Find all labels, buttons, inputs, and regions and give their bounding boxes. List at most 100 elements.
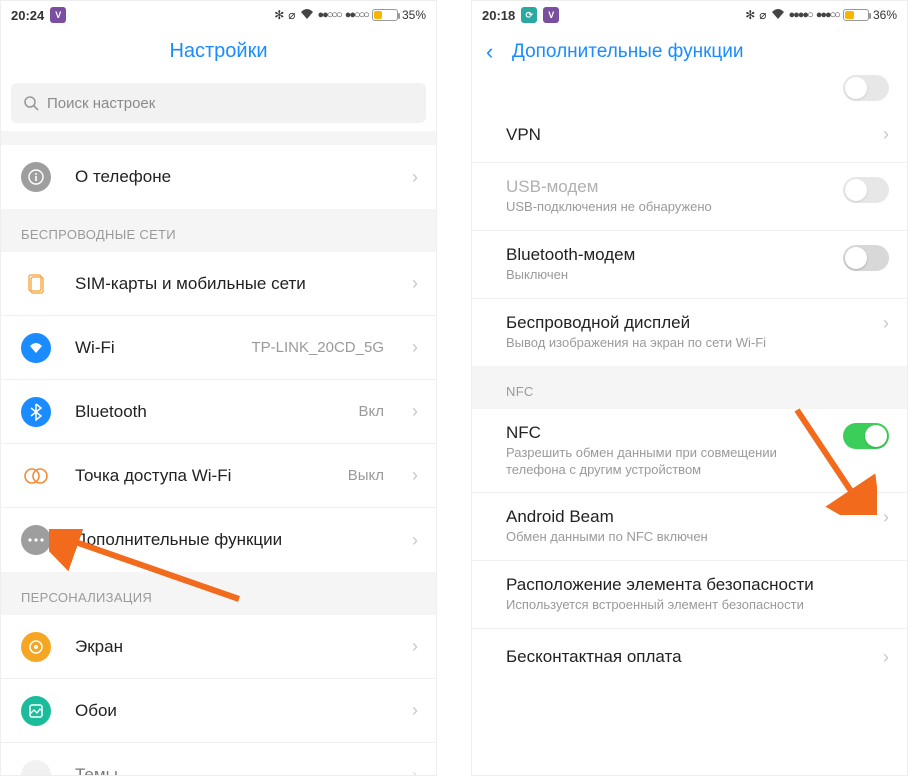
signal-2-icon: ●●○○○ [345,9,368,21]
wifi-row[interactable]: Wi-Fi TP-LINK_20CD_5G › [1,316,436,380]
row-subtitle: Используется встроенный элемент безопасн… [506,597,889,614]
usb-modem-toggle[interactable] [843,177,889,203]
row-subtitle: USB-подключения не обнаружено [506,199,819,216]
row-label: Обои [75,701,388,721]
row-label: SIM-карты и мобильные сети [75,274,388,294]
row-label: Wi-Fi [75,338,227,358]
row-label: VPN [506,125,859,145]
android-beam-row[interactable]: Android Beam Обмен данными по NFC включе… [472,493,907,561]
sim-icon [21,269,51,299]
chevron-right-icon: › [883,124,889,145]
wifi-status-icon [300,8,314,23]
wifi-icon [21,333,51,363]
screen-title: Дополнительные функции [512,41,744,63]
chevron-right-icon: › [412,273,418,294]
row-value: TP-LINK_20CD_5G [251,339,384,356]
battery-icon [372,9,398,21]
section-nfc-header: NFC [472,366,907,409]
row-label: Расположение элемента безопасности [506,575,889,595]
row-subtitle: Разрешить обмен данными при совмещении т… [506,445,819,479]
status-bar: 20:24 V ✻ ⌀ ●●○○○ ●●○○○ 35% [1,1,436,29]
additional-functions-screen: 20:18 ⟳ V ✻ ⌀ ●●●●○ ●●●○○ 36% ‹ Дополнит… [471,0,908,776]
contactless-payment-row[interactable]: Бесконтактная оплата › [472,629,907,685]
app-badge-icon: V [50,7,66,23]
row-label: Бесконтактная оплата [506,647,859,667]
app-badge-icon: V [543,7,559,23]
section-wireless-header: БЕСПРОВОДНЫЕ СЕТИ [1,209,436,252]
chevron-right-icon: › [412,401,418,422]
back-button[interactable]: ‹ [486,39,493,65]
section-personalization-header: ПЕРСОНАЛИЗАЦИЯ [1,572,436,615]
row-subtitle: Выключен [506,267,819,284]
wallpaper-row[interactable]: Обои › [1,679,436,743]
row-label: Android Beam [506,507,859,527]
hotspot-row[interactable]: Точка доступа Wi-Fi Выкл › [1,444,436,508]
wifi-status-icon [771,8,785,23]
vibrate-icon: ⌀ [288,8,295,22]
row-label: Точка доступа Wi-Fi [75,466,324,486]
chevron-right-icon: › [883,647,889,668]
chevron-right-icon: › [412,337,418,358]
signal-2-icon: ●●●○○ [816,9,839,21]
row-label: USB-модем [506,177,819,197]
search-input[interactable]: Поиск настроек [11,83,426,123]
divider [1,131,436,145]
signal-1-icon: ●●●●○ [789,9,812,21]
themes-icon [21,760,51,776]
row-label: Экран [75,637,388,657]
row-label: Bluetooth-модем [506,245,819,265]
status-time: 20:18 [482,8,515,23]
vibrate-icon: ⌀ [759,8,766,22]
row-subtitle: Вывод изображения на экран по сети Wi-Fi [506,335,859,352]
partial-toggle[interactable] [843,75,889,101]
info-icon [21,162,51,192]
row-label: Bluetooth [75,402,335,422]
screen-header: Настройки [1,29,436,75]
status-bar: 20:18 ⟳ V ✻ ⌀ ●●●●○ ●●●○○ 36% [472,1,907,29]
additional-functions-row[interactable]: Дополнительные функции › [1,508,436,572]
display-row[interactable]: Экран › [1,615,436,679]
more-icon [21,525,51,555]
nfc-toggle[interactable] [843,423,889,449]
chevron-right-icon: › [412,167,418,188]
wallpaper-icon [21,696,51,726]
battery-text: 36% [873,8,897,22]
battery-icon [843,9,869,21]
chevron-right-icon: › [883,507,889,528]
screen-header: ‹ Дополнительные функции [472,29,907,75]
row-label: Темы [75,765,388,776]
row-label: NFC [506,423,819,443]
row-label: Беспроводной дисплей [506,313,859,333]
about-phone-row[interactable]: О телефоне › [1,145,436,209]
chevron-right-icon: › [412,465,418,486]
row-subtitle: Обмен данными по NFC включен [506,529,859,546]
row-value: Вкл [359,403,385,420]
bluetooth-status-icon: ✻ [745,8,755,22]
row-value: Выкл [348,467,384,484]
bluetooth-status-icon: ✻ [274,8,284,22]
row-label: Дополнительные функции [75,530,388,550]
display-icon [21,632,51,662]
bluetooth-icon [21,397,51,427]
app-badge-icon: ⟳ [521,7,537,23]
settings-screen: 20:24 V ✻ ⌀ ●●○○○ ●●○○○ 35% Настройки По… [0,0,437,776]
bluetooth-row[interactable]: Bluetooth Вкл › [1,380,436,444]
search-icon [23,95,39,111]
chevron-right-icon: › [412,636,418,657]
bluetooth-modem-row[interactable]: Bluetooth-модем Выключен [472,231,907,299]
chevron-right-icon: › [412,700,418,721]
chevron-right-icon: › [412,530,418,551]
nfc-row[interactable]: NFC Разрешить обмен данными при совмещен… [472,409,907,494]
themes-row[interactable]: Темы › [1,743,436,776]
hotspot-icon [21,461,51,491]
usb-modem-row[interactable]: USB-модем USB-подключения не обнаружено [472,163,907,231]
vpn-row[interactable]: VPN › [472,107,907,163]
battery-text: 35% [402,8,426,22]
row-label: О телефоне [75,167,388,187]
signal-1-icon: ●●○○○ [318,9,341,21]
sim-cards-row[interactable]: SIM-карты и мобильные сети › [1,252,436,316]
bluetooth-modem-toggle[interactable] [843,245,889,271]
secure-element-row[interactable]: Расположение элемента безопасности Испол… [472,561,907,629]
wireless-display-row[interactable]: Беспроводной дисплей Вывод изображения н… [472,299,907,366]
chevron-right-icon: › [883,313,889,334]
